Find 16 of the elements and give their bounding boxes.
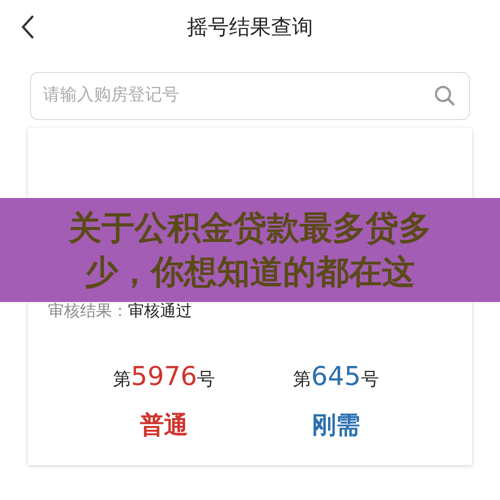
category-label: 普通 (140, 410, 188, 441)
search-field[interactable]: 请输入购房登记号 (30, 72, 470, 120)
field-label: 审核结果： (48, 300, 128, 322)
page-title: 摇号结果查询 (187, 14, 313, 42)
lottery-number: 5976 (130, 361, 198, 394)
back-icon[interactable] (20, 14, 36, 40)
field-value: 审核通过 (128, 300, 192, 322)
number-affix: 第 (293, 368, 312, 392)
lottery-number: 645 (311, 361, 361, 394)
category-label: 刚需 (312, 410, 360, 441)
number-affix: 号 (197, 368, 216, 392)
number-affix: 第 (112, 368, 131, 392)
banner-headline: 关于公积金贷款最多贷多少，你想知道的都在这 (67, 207, 432, 293)
search-input[interactable]: 请输入购房登记号 (43, 83, 433, 109)
number-affix: 号 (360, 368, 379, 392)
search-icon[interactable] (433, 84, 457, 108)
